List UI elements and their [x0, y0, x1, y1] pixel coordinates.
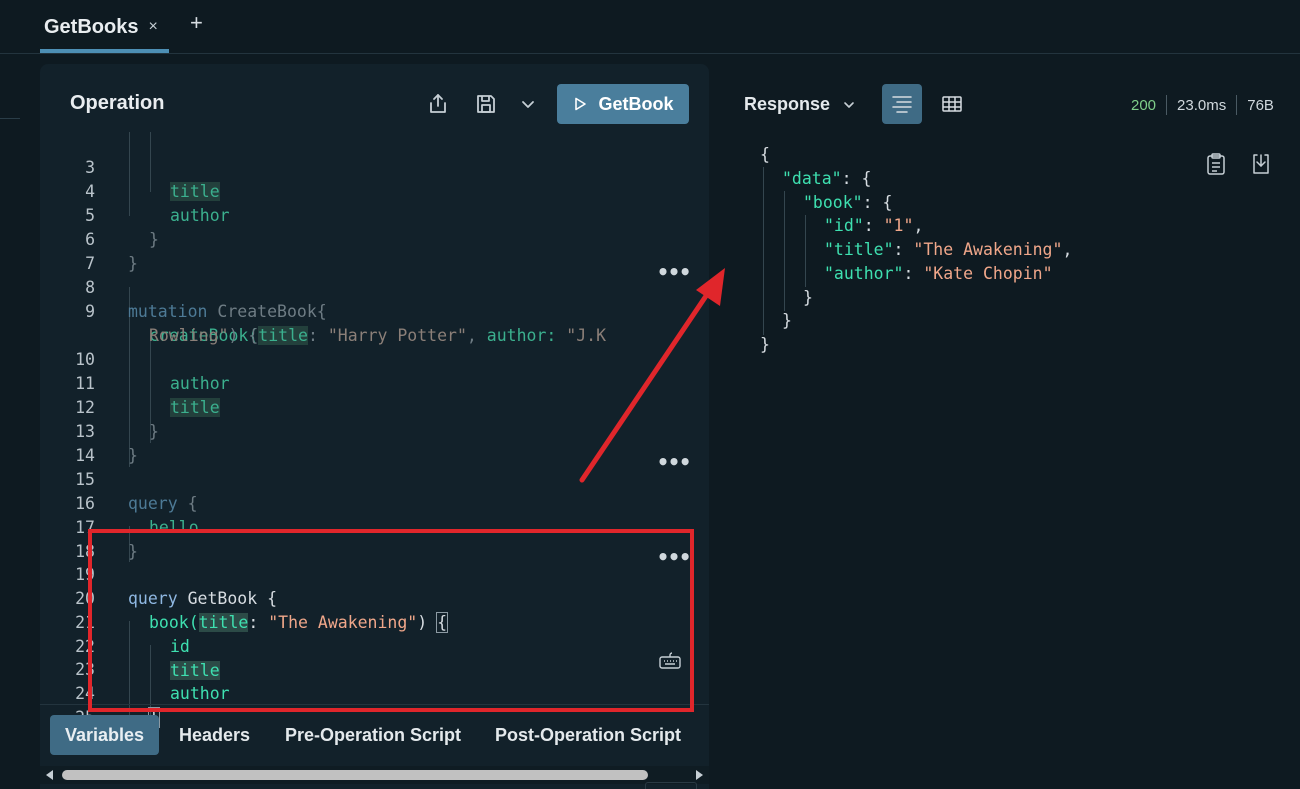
download-icon[interactable] — [1251, 153, 1273, 175]
play-icon — [575, 97, 587, 111]
code-line: 3 title — [85, 158, 220, 201]
add-tab-button[interactable]: + — [190, 10, 203, 36]
indent-guide — [763, 167, 764, 335]
json-line: "book": { — [803, 193, 893, 212]
share-icon[interactable] — [426, 92, 450, 116]
json-line: "title": "The Awakening", — [824, 240, 1073, 259]
code-line: 12 } — [75, 398, 159, 441]
indent-guide — [805, 215, 806, 287]
tab-getbooks[interactable]: GetBooks × — [44, 0, 158, 54]
divider — [1236, 95, 1238, 115]
code-line: 15 query { — [75, 470, 198, 513]
run-operation-button[interactable]: GetBook — [557, 84, 689, 124]
code-line: 17 } — [75, 518, 138, 561]
scrollbar-thumb[interactable] — [62, 770, 648, 780]
response-stats: 200 23.0ms 76B — [1131, 95, 1274, 115]
json-line: } — [803, 288, 813, 307]
tab-post-operation-script[interactable]: Post-Operation Script — [480, 715, 696, 755]
code-line: 4 author — [85, 182, 230, 225]
code-line: 13 } — [75, 422, 138, 465]
json-line: } — [760, 335, 770, 354]
response-title: Response — [744, 94, 831, 114]
operation-title: Operation — [70, 92, 165, 114]
response-dropdown[interactable]: Response — [744, 94, 856, 115]
json-line: } — [782, 311, 792, 330]
copy-icon[interactable] — [1206, 153, 1228, 175]
table-view-button[interactable] — [932, 84, 972, 124]
scroll-left-icon[interactable] — [46, 770, 53, 780]
code-line: 11 title — [75, 374, 220, 417]
horizontal-scrollbar[interactable] — [40, 766, 709, 784]
code-line: 8 mutation CreateBook{ — [85, 278, 327, 321]
json-line: "author": "Kate Chopin" — [824, 264, 1053, 283]
scroll-right-icon[interactable] — [696, 770, 703, 780]
chevron-down-icon — [844, 101, 854, 108]
code-line: 6 } — [85, 230, 138, 273]
response-size: 76B — [1247, 96, 1274, 114]
active-tab-indicator — [40, 49, 169, 53]
scroll-tab — [645, 782, 697, 789]
divider — [1166, 95, 1168, 115]
highlight-box — [88, 529, 694, 712]
code-line: 14 — [75, 446, 95, 465]
indent-guide — [784, 191, 785, 311]
sidebar-edge — [0, 118, 20, 119]
tab-variables[interactable]: Variables — [50, 715, 160, 755]
response-time: 23.0ms — [1177, 96, 1227, 114]
tab-bar: GetBooks × + — [0, 0, 1300, 54]
json-line: { — [760, 145, 770, 164]
indent-guide — [129, 132, 130, 216]
run-button-label: GetBook — [598, 93, 674, 114]
chevron-down-icon[interactable] — [516, 92, 540, 116]
status-code: 200 — [1131, 96, 1157, 114]
code-line: 10 author — [75, 350, 230, 393]
annotation-arrow — [579, 268, 725, 483]
code-line-wrap: Rowling") { — [149, 326, 259, 345]
code-line: 9 createBook(title: "Harry Potter", auth… — [85, 302, 606, 345]
tab-pre-operation-script[interactable]: Pre-Operation Script — [270, 715, 476, 755]
tab-headers[interactable]: Headers — [164, 715, 265, 755]
json-line: "id": "1", — [824, 216, 924, 235]
code-line: 5 } — [85, 206, 159, 249]
tab-label: GetBooks — [44, 15, 139, 38]
operation-bottom-tabs: Variables Headers Pre-Operation Script P… — [40, 704, 709, 766]
json-line: "data": { — [782, 169, 872, 188]
align-left-icon — [892, 96, 912, 113]
save-icon[interactable] — [474, 92, 498, 116]
code-line: 16 hello — [75, 494, 199, 537]
code-line: 7 — [85, 254, 95, 273]
table-icon — [942, 96, 962, 112]
close-icon[interactable]: × — [148, 18, 157, 36]
text-view-button[interactable] — [882, 84, 922, 124]
indent-guide — [150, 132, 151, 192]
